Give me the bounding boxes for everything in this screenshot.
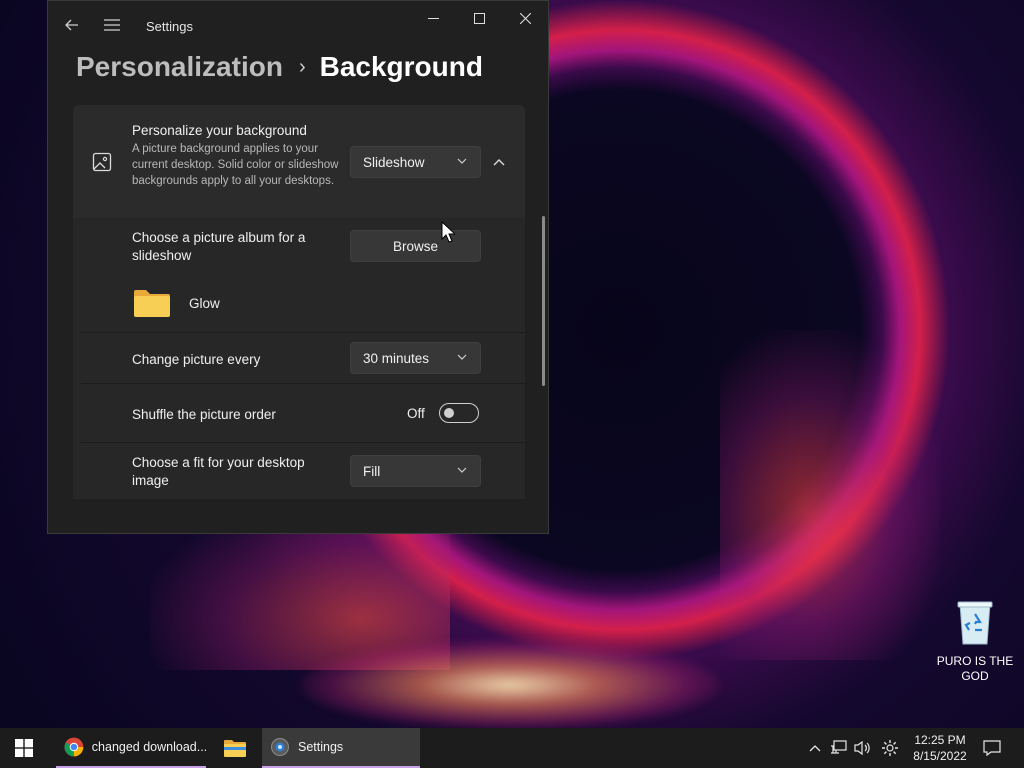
taskbar-clock[interactable]: 12:25 PM 8/15/2022 <box>906 732 974 764</box>
mouse-cursor-icon <box>441 220 457 243</box>
folder-icon <box>133 288 171 318</box>
minimize-button[interactable] <box>410 5 456 31</box>
background-type-value: Slideshow <box>363 154 425 170</box>
fit-label: Choose a fit for your desktop image <box>132 455 305 488</box>
taskbar-chrome[interactable]: changed download... <box>56 728 206 768</box>
page-title: Background <box>319 51 483 82</box>
start-button[interactable] <box>0 728 48 768</box>
shuffle-toggle[interactable] <box>439 403 479 423</box>
toggle-knob <box>444 408 454 418</box>
breadcrumb: Personalization › Background <box>76 49 483 85</box>
taskbar-settings[interactable]: Settings <box>262 728 420 768</box>
divider <box>81 442 525 443</box>
wallpaper-glow-right <box>720 330 940 660</box>
picture-icon <box>92 152 112 172</box>
personalize-background-description: A picture background applies to your cur… <box>132 143 339 187</box>
interval-label: Change picture every <box>132 352 261 367</box>
volume-icon[interactable] <box>853 738 873 758</box>
notification-icon[interactable] <box>982 738 1002 758</box>
wallpaper-glow-bottom <box>300 640 720 730</box>
shuffle-state-label: Off <box>407 406 425 421</box>
close-button[interactable] <box>502 5 548 31</box>
breadcrumb-personalization[interactable]: Personalization <box>76 51 283 83</box>
chevron-up-icon[interactable] <box>489 153 509 171</box>
recycle-bin-label: PURO IS THE GOD <box>936 654 1014 683</box>
scrollbar[interactable] <box>542 216 545 386</box>
interval-value: 30 minutes <box>363 350 430 366</box>
chevron-down-icon <box>457 467 467 473</box>
background-type-dropdown[interactable]: Slideshow <box>350 146 481 178</box>
settings-gear-icon <box>271 738 289 756</box>
back-arrow-icon[interactable] <box>58 11 86 39</box>
personalize-background-title: Personalize your background <box>132 123 307 138</box>
network-icon[interactable] <box>829 738 849 758</box>
personalize-background-card[interactable]: Personalize your background A picture ba… <box>73 105 525 218</box>
windows-logo-icon <box>15 739 33 757</box>
title-bar[interactable]: Settings <box>48 1 548 45</box>
fit-value: Fill <box>363 463 381 479</box>
settings-window: Settings Personalization › Background Pe… <box>47 0 549 534</box>
recycle-bin-shortcut[interactable]: PURO IS THE GOD <box>936 600 1014 684</box>
album-folder-name: Glow <box>189 296 220 311</box>
hamburger-menu-icon[interactable] <box>98 11 126 39</box>
chevron-down-icon <box>457 158 467 164</box>
shuffle-label: Shuffle the picture order <box>132 407 276 422</box>
window-title: Settings <box>146 19 193 34</box>
album-label: Choose a picture album for a slideshow <box>132 230 306 263</box>
chrome-task-label: changed download... <box>91 740 206 754</box>
divider <box>81 383 525 384</box>
file-explorer-icon <box>224 740 246 757</box>
chevron-right-icon: › <box>298 55 306 78</box>
fit-dropdown[interactable]: Fill <box>350 455 481 487</box>
chevron-up-icon[interactable] <box>805 738 825 758</box>
browse-button[interactable]: Browse <box>350 230 481 262</box>
gear-icon[interactable] <box>880 738 900 758</box>
interval-dropdown[interactable]: 30 minutes <box>350 342 481 374</box>
background-settings-panel: Personalize your background A picture ba… <box>73 105 525 499</box>
chrome-icon <box>64 737 84 757</box>
divider <box>81 332 525 333</box>
maximize-button[interactable] <box>456 5 502 31</box>
taskbar-file-explorer[interactable] <box>216 728 254 768</box>
taskbar: changed download... Settings 12:25 PM 8/… <box>0 728 1024 768</box>
clock-time: 12:25 PM <box>914 733 966 747</box>
chevron-down-icon <box>457 354 467 360</box>
recycle-bin-icon <box>955 600 995 646</box>
settings-task-label: Settings <box>298 740 344 754</box>
clock-date: 8/15/2022 <box>913 749 967 763</box>
